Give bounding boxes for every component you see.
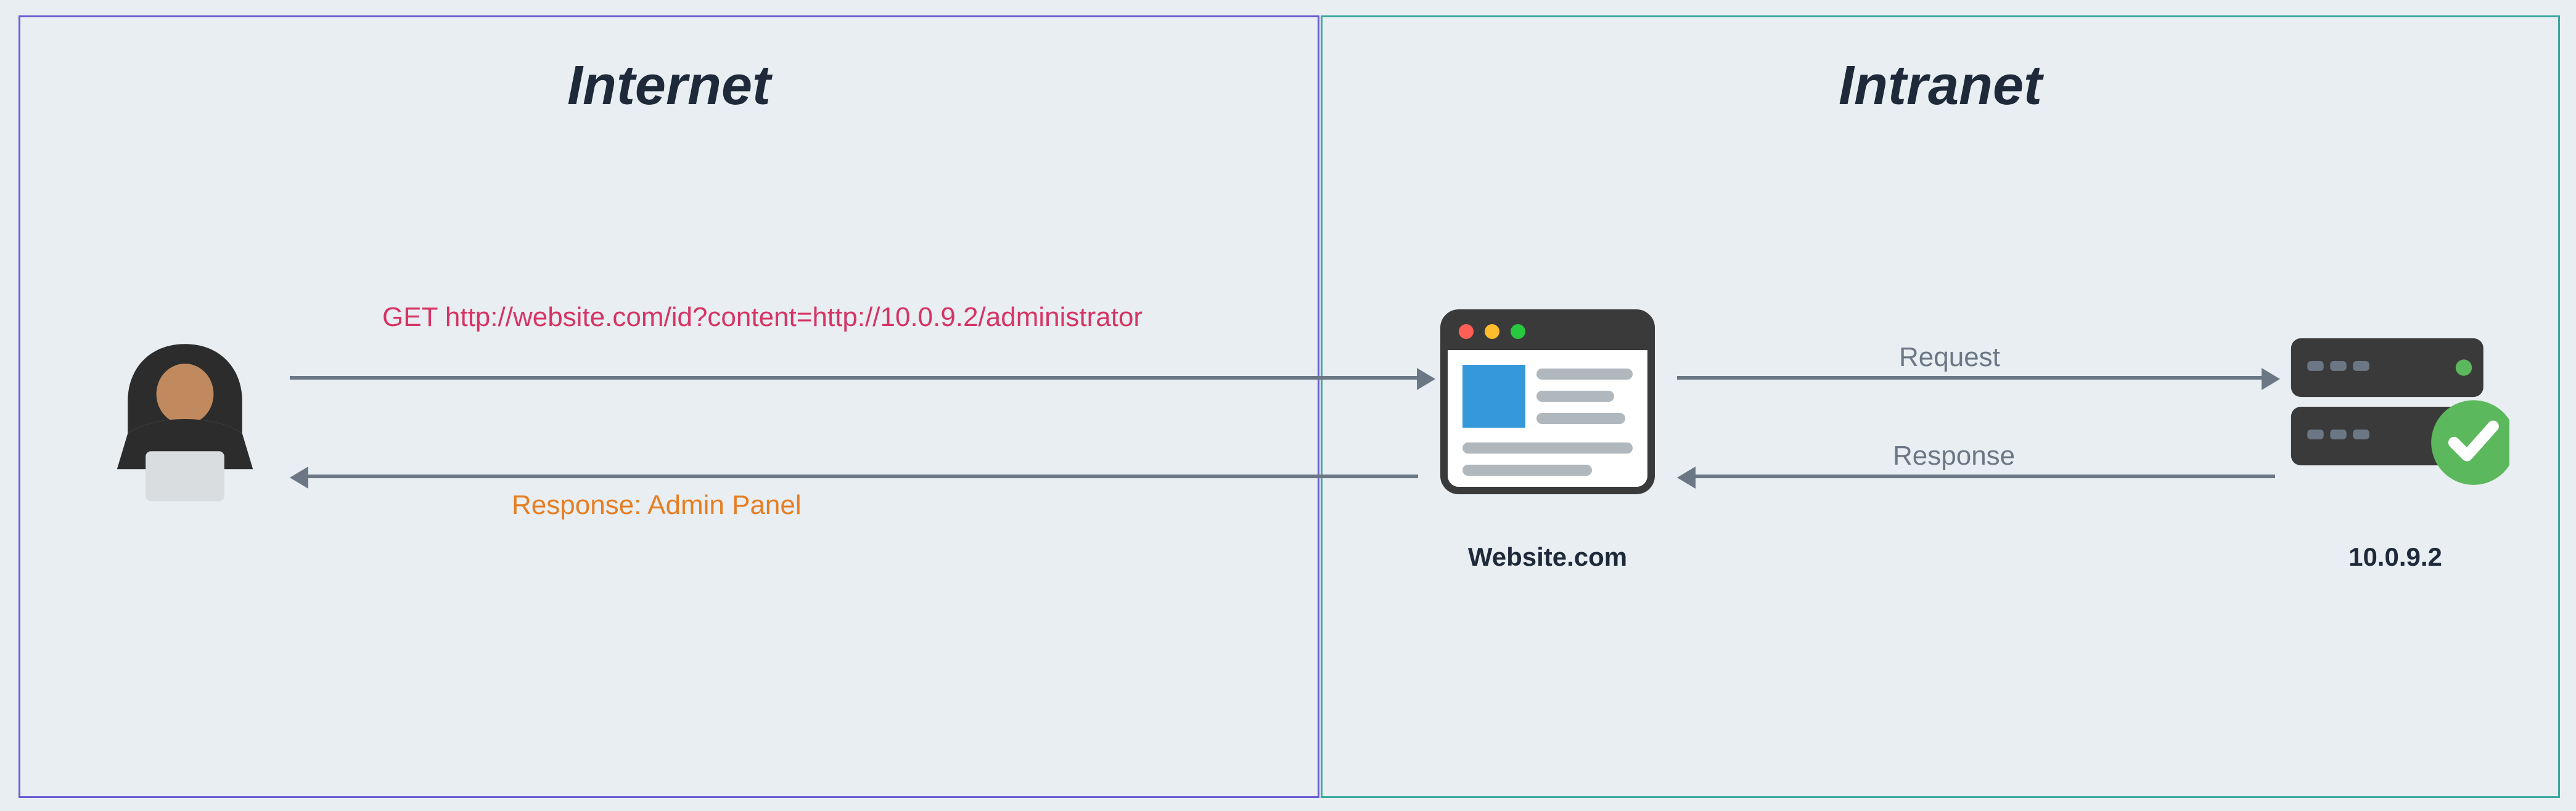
arrow-internal-request: [1677, 376, 2263, 380]
internal-response-label: Response: [1893, 441, 2015, 471]
arrow-head-icon: [1417, 368, 1435, 390]
server-icon: [2281, 320, 2509, 493]
external-request-label: GET http://website.com/id?content=http:/…: [382, 302, 1142, 333]
browser-window-icon: [1437, 302, 1659, 524]
diagram-container: Internet Intranet: [0, 0, 2576, 811]
browser-label: Website.com: [1437, 542, 1659, 572]
arrow-head-icon: [2262, 368, 2280, 390]
attacker-icon: [96, 330, 274, 508]
external-response-label: Response: Admin Panel: [512, 490, 802, 521]
arrow-external-request: [290, 376, 1418, 380]
arrow-head-icon: [290, 467, 308, 489]
arrow-external-response: [308, 475, 1418, 478]
arrow-head-icon: [1677, 467, 1696, 489]
server-label: 10.0.9.2: [2281, 542, 2509, 572]
internet-zone-title: Internet: [567, 54, 771, 118]
internal-request-label: Request: [1899, 342, 2000, 373]
intranet-zone-title: Intranet: [1839, 54, 2042, 118]
arrow-internal-response: [1696, 475, 2275, 478]
